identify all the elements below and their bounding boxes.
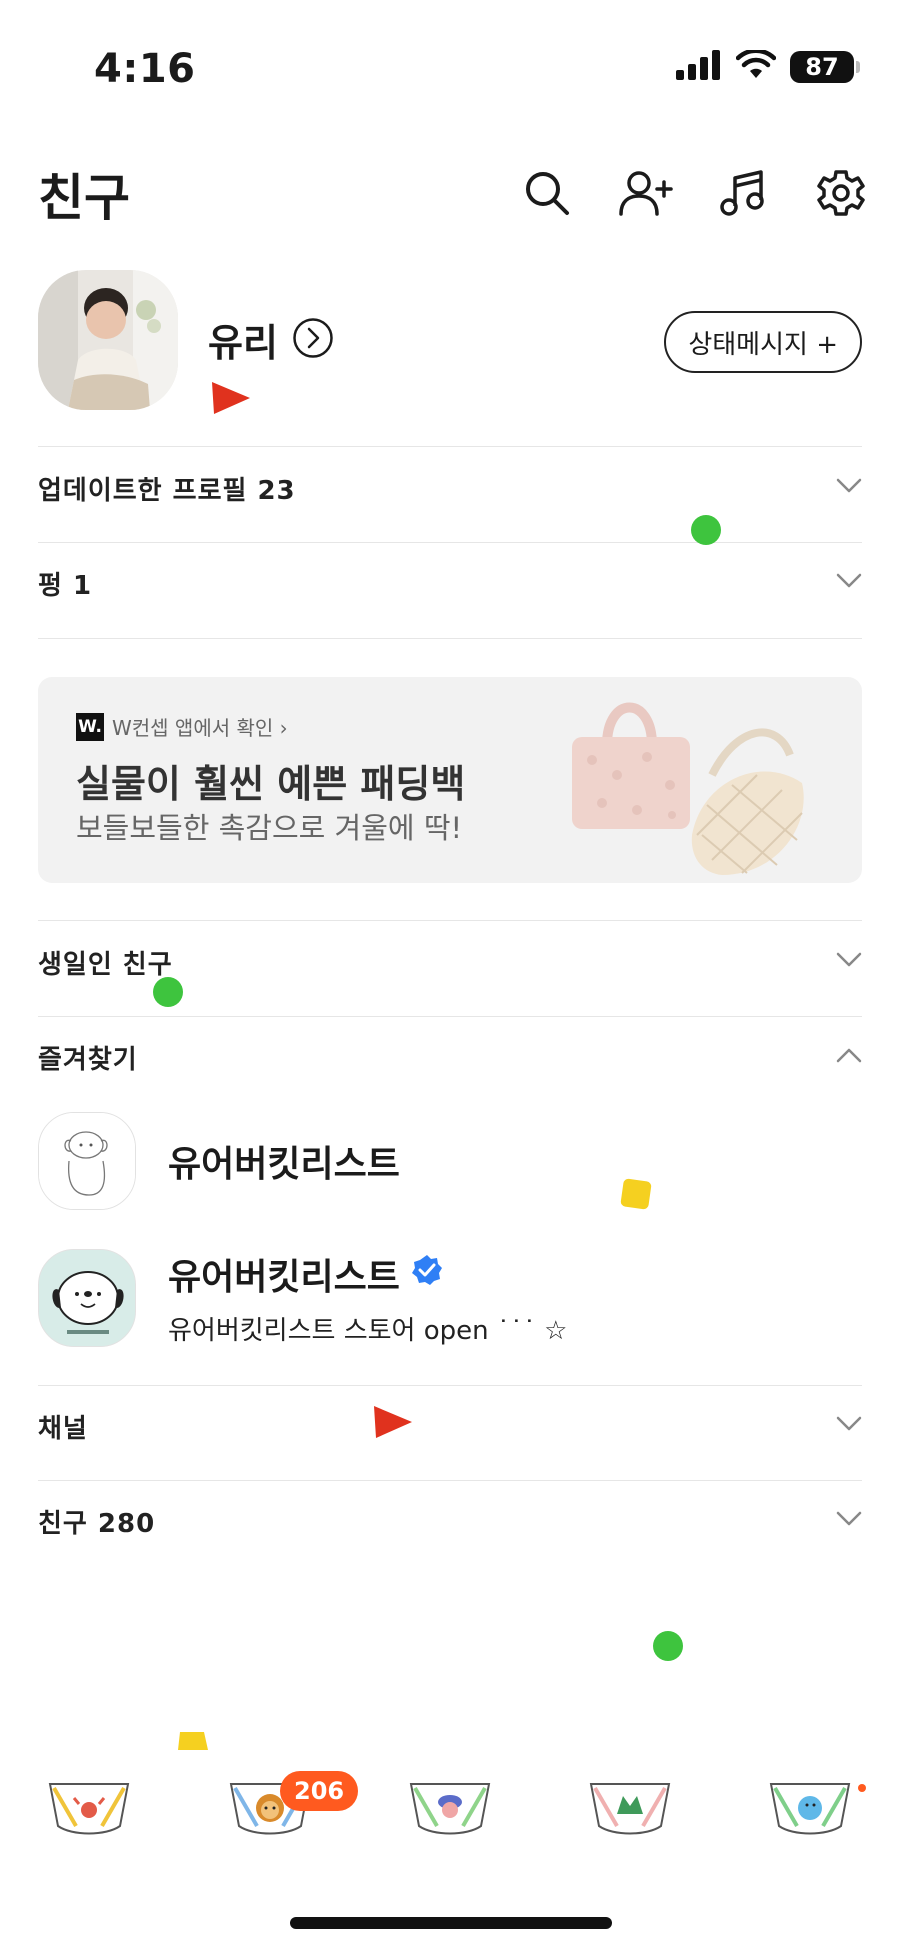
red-triangle-mark-icon (374, 1406, 412, 1438)
chevron-down-icon[interactable] (836, 573, 862, 593)
chats-unread-badge: 206 (280, 1771, 359, 1811)
friends-tab[interactable] (44, 1760, 134, 1850)
yellow-square-mark-icon (178, 1732, 208, 1750)
section-label: 친구 280 (38, 1508, 156, 1539)
ad-banner[interactable]: W. W컨셉 앱에서 확인 › 실물이 훨씬 예쁜 패딩백 보들보들한 촉감으로… (38, 677, 862, 883)
section-friends[interactable]: 친구 280 (38, 1491, 862, 1551)
my-profile-name: 유리 (208, 321, 278, 365)
section-favorites[interactable]: 즐겨찾기 (38, 1027, 862, 1087)
page-title: 친구 (38, 169, 130, 227)
section-label: 펑 1 (38, 570, 93, 601)
ad-source-label: W컨셉 앱에서 확인 › (112, 716, 288, 740)
search-icon[interactable] (518, 164, 576, 222)
section-label: 채널 (38, 1413, 88, 1444)
battery-indicator: 87 (790, 51, 860, 83)
favorite-status-message: 유어버킷리스트 스토어 open ˙˙˙ ☆ (168, 1316, 568, 1346)
wifi-icon (735, 48, 777, 84)
chevron-up-icon[interactable] (836, 1047, 862, 1067)
more-tab[interactable] (765, 1760, 855, 1850)
cellular-signal-icon (676, 50, 722, 84)
chevron-down-icon[interactable] (836, 478, 862, 498)
section-label: 즐겨찾기 (38, 1044, 138, 1075)
red-triangle-mark-icon (212, 382, 250, 414)
status-message-label: 상태메시지 + (688, 329, 838, 360)
favorite-item[interactable]: 유어버킷리스트 유어버킷리스트 스토어 open ˙˙˙ ☆ (38, 1248, 567, 1347)
favorite-name: 유어버킷리스트 (168, 1257, 400, 1298)
section-pung[interactable]: 펑 1 (38, 553, 862, 613)
green-dot-mark-icon (153, 977, 183, 1007)
chevron-down-icon[interactable] (836, 1511, 862, 1531)
divider (38, 1016, 862, 1017)
chevron-down-icon[interactable] (836, 952, 862, 972)
ad-subtitle: 보들보들한 촉감으로 겨울에 딱! (76, 811, 463, 845)
padding-bags-image (562, 685, 832, 880)
divider (38, 542, 862, 543)
favorite-name: 유어버킷리스트 (168, 1144, 400, 1185)
favorite-avatar (38, 1248, 136, 1347)
divider (38, 446, 862, 447)
section-channel[interactable]: 채널 (38, 1396, 862, 1456)
more-tab-icon (769, 1783, 851, 1835)
yellow-square-mark-icon (620, 1178, 652, 1210)
chevron-right-circle-icon[interactable] (292, 317, 334, 363)
green-dot-mark-icon (691, 515, 721, 545)
openchat-tab[interactable] (405, 1760, 495, 1850)
section-label: 업데이트한 프로필 23 (38, 475, 296, 506)
wconcept-logo-icon: W. (76, 712, 104, 741)
status-message-button[interactable]: 상태메시지 + (664, 311, 862, 373)
favorite-avatar (38, 1112, 136, 1210)
shopping-tab-icon (589, 1783, 671, 1835)
status-time: 4:16 (94, 46, 196, 92)
section-label: 생일인 친구 (38, 949, 173, 980)
divider (38, 638, 862, 639)
music-icon[interactable] (714, 164, 772, 222)
bottom-navigation (0, 1760, 900, 1870)
status-icons: 87 (676, 48, 860, 84)
my-profile-name-row[interactable]: 유리 (208, 312, 334, 367)
chevron-down-icon[interactable] (836, 1416, 862, 1436)
new-indicator-dot (858, 1784, 866, 1792)
divider (38, 1385, 862, 1386)
add-friend-icon[interactable] (616, 164, 674, 222)
ad-title: 실물이 훨씬 예쁜 패딩백 (76, 762, 466, 806)
green-dot-mark-icon (653, 1631, 683, 1661)
my-profile-avatar[interactable] (38, 270, 178, 410)
verified-badge-icon (410, 1253, 444, 1296)
divider (38, 920, 862, 921)
divider (38, 1480, 862, 1481)
header-actions (518, 164, 870, 222)
settings-gear-icon[interactable] (812, 164, 870, 222)
section-updated-profiles[interactable]: 업데이트한 프로필 23 (38, 458, 862, 518)
friends-tab-icon (48, 1783, 130, 1835)
favorite-item[interactable]: 유어버킷리스트 (38, 1112, 400, 1210)
ad-source[interactable]: W. W컨셉 앱에서 확인 › (76, 712, 288, 741)
openchat-tab-icon (409, 1783, 491, 1835)
shopping-tab[interactable] (585, 1760, 675, 1850)
home-indicator (290, 1917, 612, 1929)
